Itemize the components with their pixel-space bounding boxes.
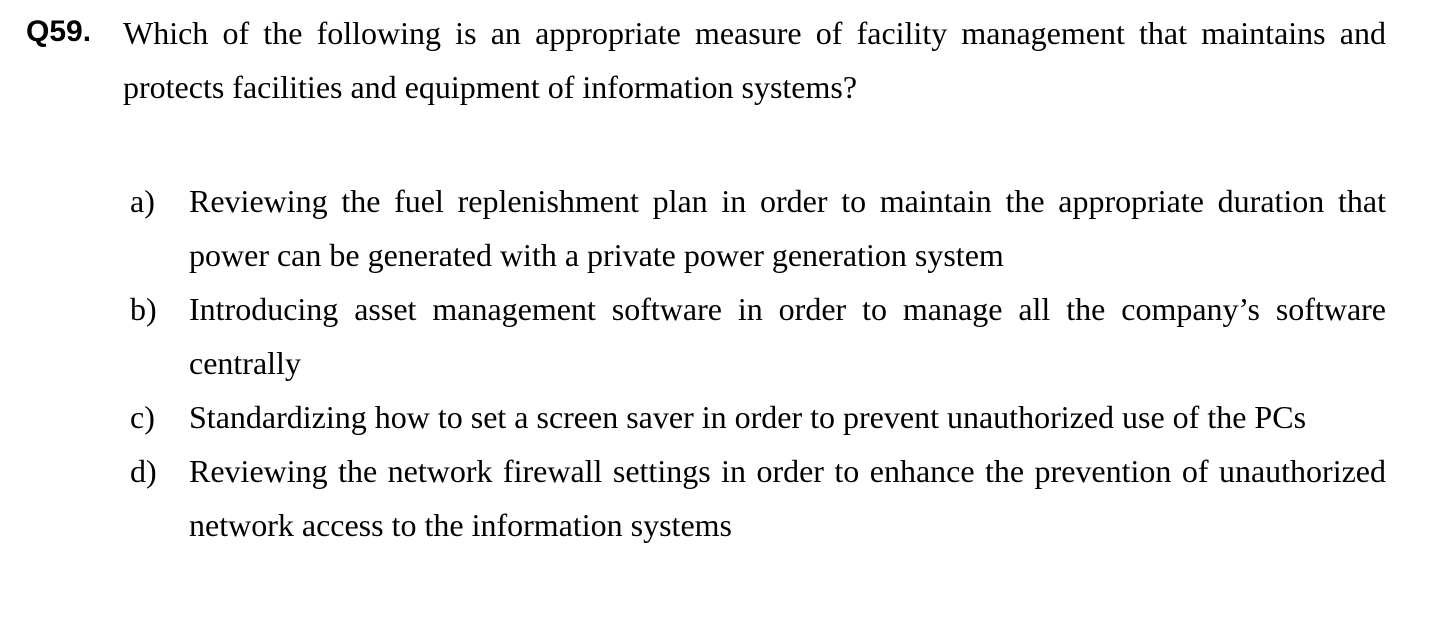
option-a: a) Reviewing the fuel replenishment plan… [130, 174, 1386, 282]
option-b: b) Introducing asset management software… [130, 282, 1386, 390]
question-text: Which of the following is an appropriate… [123, 15, 1386, 105]
option-c-text: Standardizing how to set a screen saver … [189, 399, 1307, 435]
question-number: Q59. [26, 15, 92, 48]
option-a-text: Reviewing the fuel replenishment plan in… [189, 183, 1386, 273]
option-b-letter: b) [130, 291, 157, 327]
option-c-letter: c) [130, 399, 155, 435]
option-d: d) Reviewing the network firewall settin… [130, 444, 1386, 552]
option-d-letter: d) [130, 453, 157, 489]
option-a-letter: a) [130, 183, 155, 219]
answer-options: a) Reviewing the fuel replenishment plan… [130, 174, 1386, 552]
option-b-text: Introducing asset management software in… [189, 291, 1386, 381]
option-c: c) Standardizing how to set a screen sav… [130, 390, 1386, 444]
option-d-text: Reviewing the network firewall settings … [189, 453, 1386, 543]
